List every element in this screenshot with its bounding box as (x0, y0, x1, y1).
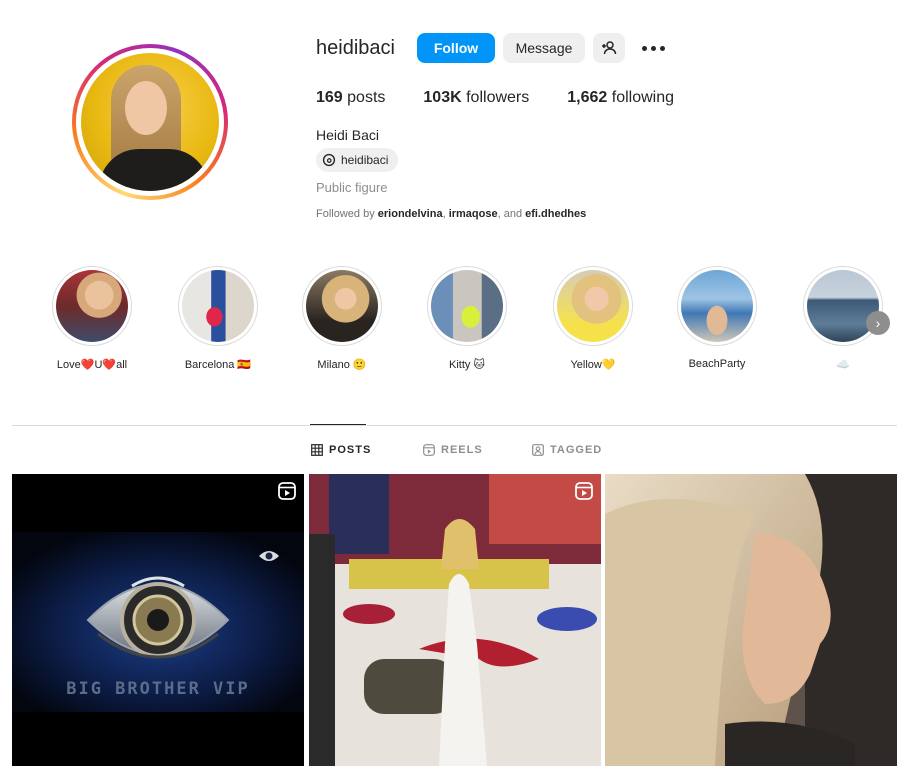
highlight-label: Love❤️U❤️all (56, 359, 128, 371)
big-brother-eye-graphic (12, 532, 304, 712)
highlight-item[interactable]: Yellow💛 (538, 266, 648, 371)
highlight-cover-ring (553, 266, 633, 346)
tab-label: REELS (441, 444, 483, 456)
reel-icon (278, 482, 296, 500)
message-button[interactable]: Message (503, 33, 585, 63)
following-stat[interactable]: 1,662 following (567, 89, 674, 107)
following-label: following (611, 89, 675, 106)
highlight-label: BeachParty (688, 358, 746, 370)
suggested-users-button[interactable] (593, 33, 625, 63)
profile-stats: 169 posts 103K followers 1,662 following (316, 89, 712, 107)
posts-label: posts (347, 89, 386, 106)
followed-by-separator: , (442, 208, 446, 220)
tab-posts[interactable]: POSTS (311, 444, 371, 456)
highlight-cover (306, 270, 378, 342)
highlight-cover-ring (52, 266, 132, 346)
highlight-cover-ring (803, 266, 883, 346)
eye-icon (259, 551, 279, 561)
threads-link[interactable]: heidibaci (316, 148, 399, 172)
followed-by-separator: , and (497, 208, 523, 220)
profile-username: heidibaci (316, 37, 395, 59)
post-thumbnail[interactable] (605, 474, 897, 766)
post-overlay-text: BIG BROTHER VIP (66, 679, 250, 699)
post-image (605, 474, 897, 766)
tab-label: POSTS (329, 444, 372, 456)
avatar-face (125, 81, 167, 135)
grid-icon (311, 444, 323, 456)
highlight-cover (56, 270, 128, 342)
highlight-cover (681, 270, 753, 342)
followed-by-prefix: Followed by (316, 208, 375, 220)
profile-avatar[interactable] (72, 44, 228, 200)
profile-full-name: Heidi Baci (316, 127, 380, 143)
highlight-cover-ring (302, 266, 382, 346)
highlight-item[interactable]: Kitty 🐱 (412, 266, 522, 371)
post-image (309, 474, 601, 766)
avatar-body (99, 149, 209, 191)
mutual-follower: irmaqose (448, 208, 498, 220)
followers-count: 103K (423, 89, 462, 106)
following-count: 1,662 (567, 89, 608, 106)
threads-handle: heidibaci (341, 153, 389, 167)
highlight-cover-ring (427, 266, 507, 346)
followers-stat[interactable]: 103K followers (423, 89, 529, 107)
highlight-cover (431, 270, 503, 342)
highlight-cover (182, 270, 254, 342)
profile-category: Public figure (316, 180, 388, 195)
highlight-label: Milano 🙂 (317, 359, 367, 371)
posts-stat: 169 posts (316, 89, 385, 107)
reels-icon (423, 444, 435, 456)
highlight-label: Barcelona 🇪🇸 (184, 359, 252, 371)
highlight-label: ☁️ (836, 359, 850, 371)
highlight-cover-ring (178, 266, 258, 346)
post-thumbnail[interactable] (309, 474, 601, 766)
avatar-photo (81, 53, 219, 191)
chevron-right-icon[interactable]: › (866, 311, 890, 335)
followed-by[interactable]: Followed by eriondelvina, irmaqose, and … (316, 208, 586, 220)
highlight-label: Yellow💛 (570, 359, 616, 371)
follow-button[interactable]: Follow (417, 33, 495, 63)
post-thumbnail[interactable]: BIG BROTHER VIP (12, 474, 304, 766)
highlight-cover (807, 270, 879, 342)
mutual-follower: efi.dhedhes (525, 208, 587, 220)
highlight-item[interactable]: Barcelona 🇪🇸 (163, 266, 273, 371)
reel-icon (575, 482, 593, 500)
add-person-icon (602, 41, 617, 55)
highlight-item[interactable]: Milano 🙂 (287, 266, 397, 371)
mutual-follower: eriondelvina (377, 208, 443, 220)
tabs-divider (12, 425, 897, 426)
highlight-item[interactable]: Love❤️U❤️all (37, 266, 147, 371)
threads-icon (322, 153, 336, 167)
active-tab-indicator (310, 424, 366, 425)
more-icon (641, 45, 665, 51)
highlight-label: Kitty 🐱 (449, 359, 485, 371)
followers-label: followers (466, 89, 530, 106)
highlight-item[interactable]: BeachParty (662, 266, 772, 370)
tab-tagged[interactable]: TAGGED (532, 444, 602, 456)
highlight-cover-ring (677, 266, 757, 346)
tagged-icon (532, 444, 544, 456)
avatar-inner (76, 48, 224, 196)
tab-label: TAGGED (550, 444, 603, 456)
more-options-button[interactable] (638, 33, 668, 63)
highlight-cover (557, 270, 629, 342)
posts-count: 169 (316, 89, 343, 106)
tab-reels[interactable]: REELS (423, 444, 483, 456)
